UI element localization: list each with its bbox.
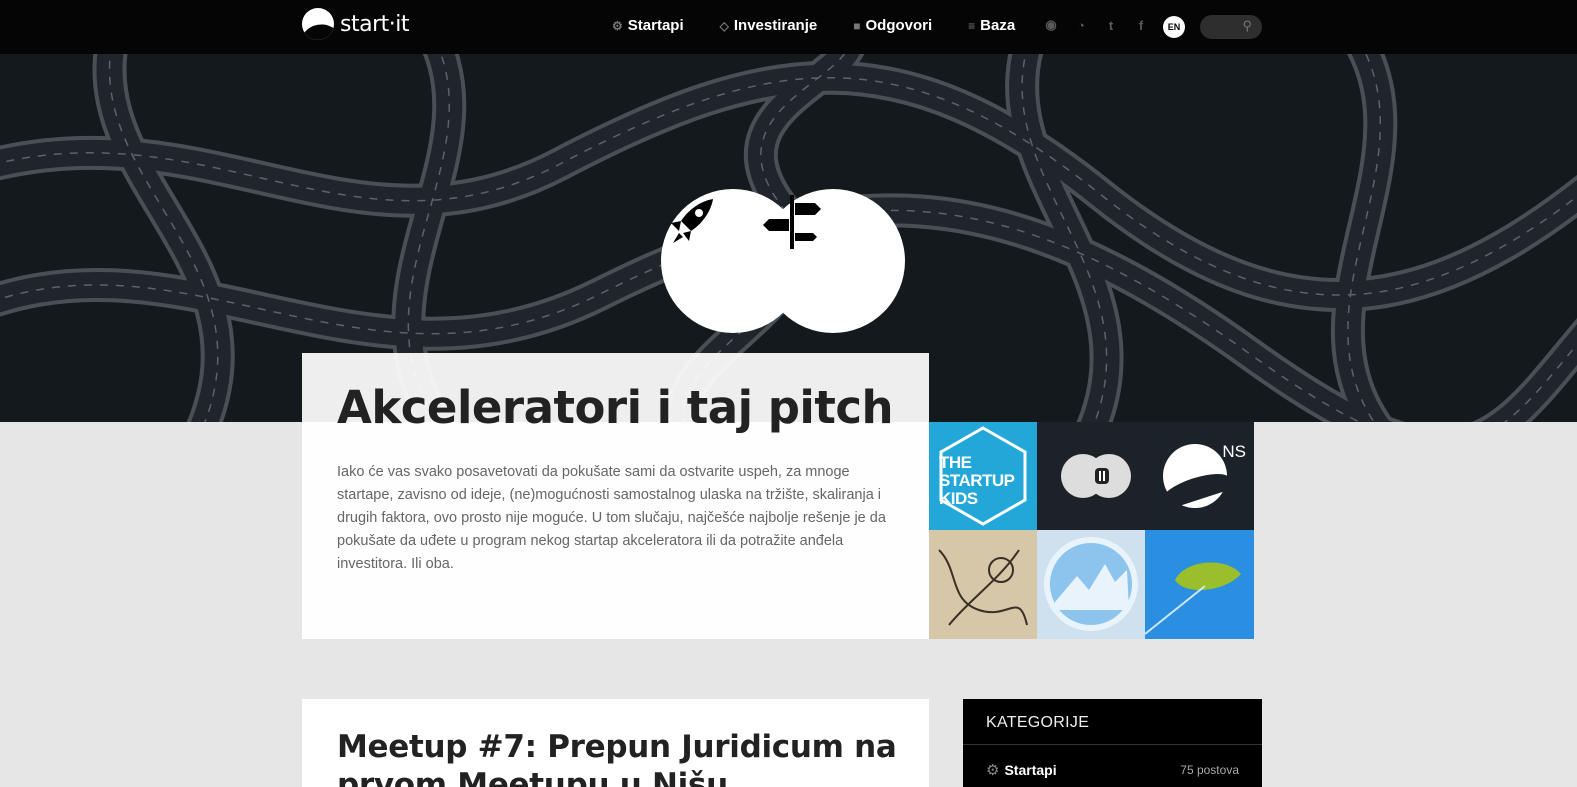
nav-item-baza[interactable]: ≡ Baza [968,17,1015,34]
sketch-drawing-icon [938,549,1028,626]
search-input[interactable]: ⚲ [1200,15,1262,39]
post-title[interactable]: Meetup #7: Prepun Juridicum na prvom Mee… [337,728,897,787]
categories-sidebar: KATEGORIJE ⚙ Startapi 75 postova [963,699,1262,787]
signpost-icon [763,195,821,249]
search-icon[interactable]: ⚲ [1242,18,1252,34]
logo-mark-icon [302,8,334,40]
list-icon: ≡ [968,18,976,33]
category-item-startapi[interactable]: ⚙ Startapi 75 postova [986,761,1239,779]
dribbble-icon[interactable]: ◉ [1043,17,1059,33]
thumbnail-startup-kids[interactable]: THE STARTUP KIDS [929,422,1037,530]
speech-bubble-icon: ■ [853,18,861,33]
leaf-icon [1145,562,1241,635]
gear-icon: ⚙ [612,18,623,33]
thumbnail-leaf[interactable] [1145,530,1254,639]
site-logo[interactable]: start·it [302,8,409,40]
post-card[interactable]: Meetup #7: Prepun Juridicum na prvom Mee… [302,699,929,787]
signpost-badge [761,189,905,333]
twitter-icon[interactable]: t [1103,18,1119,33]
language-switch-button[interactable]: EN [1163,16,1185,38]
thumbnail-label: THE STARTUP KIDS [939,453,1015,508]
category-label: Startapi [1004,762,1057,778]
mini-badges-icon [1061,454,1131,498]
thumbnail-sketch[interactable] [929,530,1037,639]
featured-thumbnails: THE STARTUP KIDS NS [929,422,1254,639]
nav-item-label: Investiranje [733,17,818,34]
facebook-icon[interactable]: f [1133,18,1149,33]
nav-item-label: Baza [980,17,1016,34]
nav-item-label: Odgovori [865,17,933,34]
nav-item-odgovori[interactable]: ■ Odgovori [853,17,932,34]
nav-item-startapi[interactable]: ⚙ Startapi [612,17,684,34]
thumbnail-accelerators[interactable] [1037,422,1145,530]
thumbnail-ns-meetup[interactable]: NS [1145,422,1254,530]
featured-article-card[interactable]: Akceleratori i taj pitch Iako će vas sva… [302,353,929,639]
rss-icon[interactable]: ◔ [1073,18,1089,33]
divider [963,744,1262,745]
logo-text: start·it [340,11,409,37]
category-count: 75 postova [1180,763,1239,777]
featured-article-excerpt: Iako će vas svako posavetovati da pokuša… [337,464,886,572]
sidebar-title: KATEGORIJE [986,714,1090,731]
top-navigation-bar: start·it ⚙ Startapi ◇ Investiranje ■ Odg… [0,0,1577,54]
nav-item-investiranje[interactable]: ◇ Investiranje [720,17,818,34]
thumbnail-label: NS [1222,442,1246,461]
main-nav: ⚙ Startapi ◇ Investiranje ■ Odgovori ≡ B… [612,17,1051,34]
rocket-icon [671,199,713,243]
thumbnail-chart-lens[interactable] [1037,530,1145,639]
nav-item-label: Startapi [627,17,684,34]
gear-icon: ⚙ [986,762,1000,779]
featured-article-title[interactable]: Akceleratori i taj pitch [337,381,894,434]
magnifier-chart-icon [1044,537,1138,631]
social-links: ◉ ◔ t f [1043,17,1149,33]
tag-icon: ◇ [719,18,729,33]
